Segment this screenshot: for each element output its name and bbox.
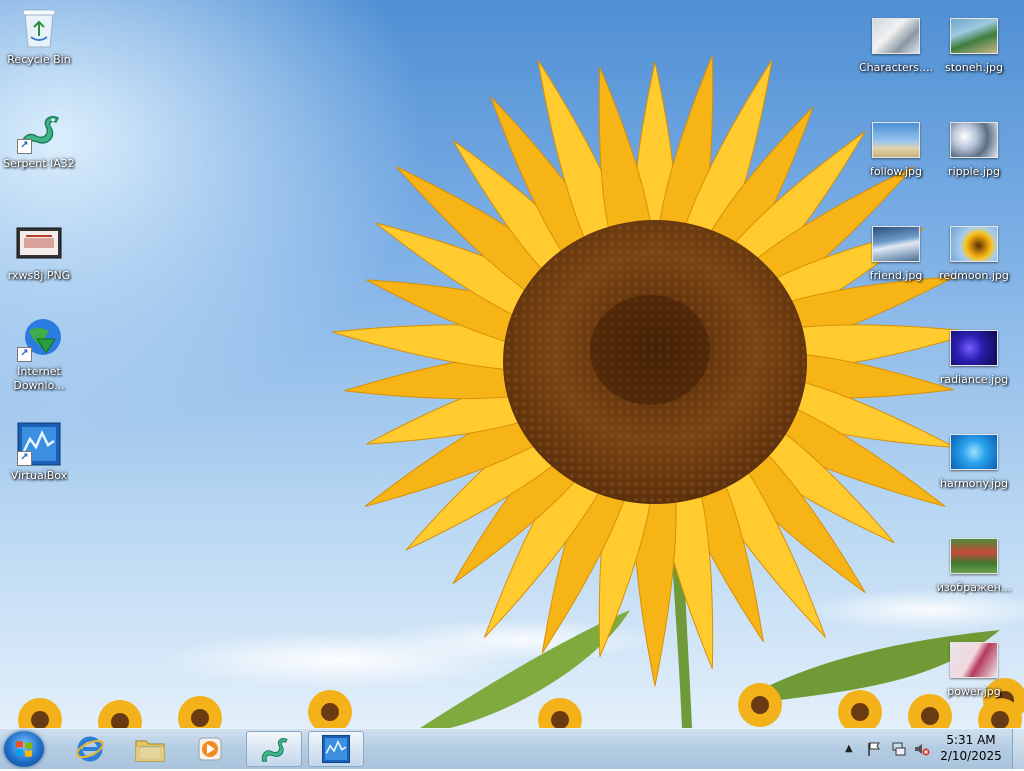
virtualbox-icon bbox=[321, 734, 351, 764]
sunflower-wallpaper bbox=[18, 55, 1024, 728]
desktop-icon-characters[interactable]: Characters.... bbox=[858, 14, 934, 75]
image-thumbnail-icon bbox=[950, 534, 998, 578]
desktop-icon-label: radiance.jpg bbox=[939, 373, 1009, 386]
show-desktop-button[interactable] bbox=[1012, 729, 1024, 769]
image-thumbnail-icon bbox=[950, 638, 998, 682]
desktop-icon-izobrazhen[interactable]: изображен... bbox=[936, 534, 1012, 595]
network-icon[interactable] bbox=[891, 741, 907, 757]
desktop-icon-label: Internet Downlo... bbox=[13, 365, 65, 392]
image-thumbnail-icon bbox=[872, 222, 920, 266]
desktop-icon-label: harmony.jpg bbox=[940, 477, 1008, 490]
serpent-icon bbox=[261, 738, 288, 762]
desktop-icon-follow[interactable]: follow.jpg bbox=[858, 118, 934, 179]
desktop-icon-label: follow.jpg bbox=[870, 165, 922, 178]
image-file-icon bbox=[15, 222, 63, 266]
clock-time: 5:31 AM bbox=[946, 733, 996, 747]
desktop-icon-friend[interactable]: friend.jpg bbox=[858, 222, 934, 283]
desktop-icon-stoneh[interactable]: stoneh.jpg bbox=[936, 14, 1012, 75]
field-sunflower-center bbox=[851, 703, 869, 721]
desktop-icon-label: rxws8j.PNG bbox=[7, 269, 71, 282]
desktop-icon-label: изображен... bbox=[936, 581, 1012, 594]
file-explorer-icon[interactable] bbox=[122, 731, 178, 767]
desktop-icon-ripple[interactable]: ripple.jpg bbox=[936, 118, 1012, 179]
image-thumbnail-icon bbox=[950, 118, 998, 162]
shortcut-arrow-icon: ↗ bbox=[17, 451, 32, 466]
desktop-icon-rxws8j-png[interactable]: rxws8j.PNG bbox=[1, 222, 77, 283]
virtualbox-taskbar-button[interactable] bbox=[308, 731, 364, 767]
internet-download-manager-icon: ↗ bbox=[15, 318, 63, 362]
virtualbox-icon: ↗ bbox=[15, 422, 63, 466]
shortcut-arrow-icon: ↗ bbox=[17, 139, 32, 154]
field-sunflower-center bbox=[191, 709, 209, 727]
serpent-icon: ↗ bbox=[15, 110, 63, 154]
serpent-taskbar-button[interactable] bbox=[246, 731, 302, 767]
clock-date: 2/10/2025 bbox=[940, 749, 1002, 763]
taskbar-clock[interactable]: 5:31 AM 2/10/2025 bbox=[932, 732, 1010, 764]
image-thumbnail-icon bbox=[950, 430, 998, 474]
desktop-icon-label: power.jpg bbox=[947, 685, 1001, 698]
field-sunflower-center bbox=[751, 696, 769, 714]
desktop-icon-label: stoneh.jpg bbox=[944, 61, 1003, 74]
desktop[interactable]: Recycle Bin ↗ Serpent IA32 rxws8j.PNG ↗ … bbox=[0, 0, 1024, 728]
desktop-icon-radiance[interactable]: radiance.jpg bbox=[936, 326, 1012, 387]
desktop-icon-serpent-ia32[interactable]: ↗ Serpent IA32 bbox=[1, 110, 77, 171]
desktop-icon-label: Characters.... bbox=[858, 61, 934, 74]
field-sunflower-center bbox=[321, 703, 339, 721]
action-center-flag-icon[interactable] bbox=[866, 741, 882, 757]
field-sunflower-center bbox=[921, 707, 939, 725]
desktop-icon-label: Recycle Bin bbox=[7, 53, 71, 66]
shortcut-arrow-icon: ↗ bbox=[17, 347, 32, 362]
recycle-bin-icon bbox=[15, 6, 63, 50]
desktop-icon-harmony[interactable]: harmony.jpg bbox=[936, 430, 1012, 491]
media-player-icon[interactable] bbox=[182, 731, 238, 767]
image-thumbnail-icon bbox=[950, 14, 998, 58]
internet-explorer-icon[interactable] bbox=[62, 731, 118, 767]
desktop-icon-power[interactable]: power.jpg bbox=[936, 638, 1012, 699]
desktop-icon-label: friend.jpg bbox=[869, 269, 923, 282]
windows-start-icon[interactable] bbox=[4, 731, 44, 767]
image-thumbnail-icon bbox=[872, 14, 920, 58]
desktop-icon-redmoon[interactable]: redmoon.jpg bbox=[936, 222, 1012, 283]
desktop-icon-label: ripple.jpg bbox=[948, 165, 1000, 178]
image-thumbnail-icon bbox=[950, 222, 998, 266]
show-hidden-icons-chevron[interactable]: ▲ bbox=[845, 741, 861, 757]
image-thumbnail-icon bbox=[950, 326, 998, 370]
desktop-icon-label: Serpent IA32 bbox=[3, 157, 75, 170]
volume-muted-icon[interactable] bbox=[914, 741, 930, 757]
desktop-icon-label: VirtualBox bbox=[10, 469, 68, 482]
desktop-icon-internet-download-manager[interactable]: ↗ Internet Downlo... bbox=[1, 318, 77, 393]
desktop-icon-virtualbox[interactable]: ↗ VirtualBox bbox=[1, 422, 77, 483]
image-thumbnail-icon bbox=[872, 118, 920, 162]
desktop-icon-label: redmoon.jpg bbox=[939, 269, 1009, 282]
taskbar: ▲ 5:31 AM 2/10/2025 bbox=[0, 728, 1024, 769]
desktop-icon-recycle-bin[interactable]: Recycle Bin bbox=[1, 6, 77, 67]
